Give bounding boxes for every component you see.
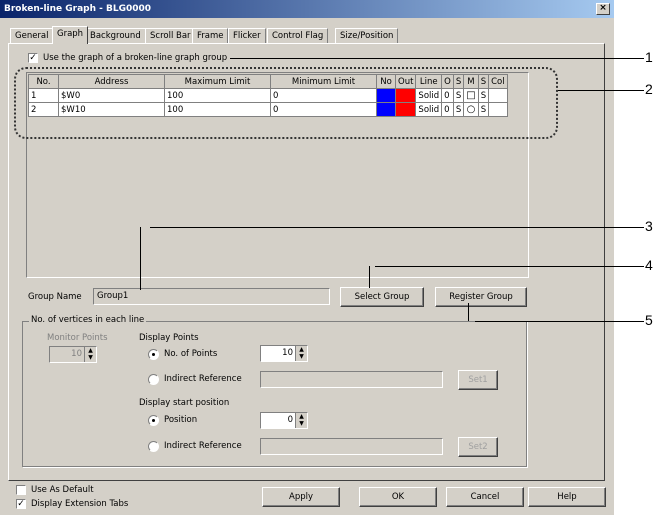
tab-flicker[interactable]: Flicker (228, 28, 266, 43)
vertices-groupbox-title: No. of vertices in each line (29, 315, 147, 325)
no-of-points-value: 10 (282, 348, 293, 358)
callout-line-3-vertical (140, 227, 141, 290)
callout-line-3 (150, 227, 644, 228)
use-as-default-checkbox[interactable] (16, 485, 26, 495)
monitor-points-label: Monitor Points (47, 333, 108, 343)
indirect-reference-label: Indirect Reference (164, 374, 242, 384)
callout-number-2: 2 (645, 81, 653, 97)
callout-line-2 (558, 90, 644, 91)
display-start-position-label: Display start position (139, 398, 230, 408)
tab-general[interactable]: General (10, 28, 54, 43)
set2-button[interactable]: Set2 (458, 437, 498, 457)
table-highlight-outline (14, 67, 558, 139)
display-extension-tabs-label: Display Extension Tabs (31, 499, 129, 509)
callout-number-5: 5 (645, 312, 653, 328)
group-name-field[interactable]: Group1 (93, 288, 330, 305)
tab-size-position[interactable]: Size/Position (335, 28, 399, 43)
callout-line-5-vertical (468, 303, 469, 321)
tab-graph[interactable]: Graph (52, 26, 89, 44)
indirect-reference-field[interactable] (260, 371, 443, 388)
no-of-points-label: No. of Points (164, 349, 218, 359)
spin-arrows-icon[interactable]: ▲ ▼ (295, 346, 307, 361)
use-graph-label: Use the graph of a broken-line graph gro… (43, 53, 228, 63)
monitor-points-value: 10 (71, 349, 82, 359)
spin-arrows-icon: ▲ ▼ (84, 347, 96, 362)
callout-number-4: 4 (645, 257, 653, 273)
window-title: Broken-line Graph - BLG0000 (0, 0, 614, 18)
use-as-default-label: Use As Default (31, 485, 94, 495)
no-of-points-radio[interactable] (148, 349, 159, 360)
no-of-points-stepper[interactable]: 10 ▲ ▼ (260, 345, 308, 362)
position-radio[interactable] (148, 415, 159, 426)
group-name-label: Group Name (28, 292, 82, 302)
position-stepper[interactable]: 0 ▲ ▼ (260, 412, 308, 429)
select-group-button[interactable]: Select Group (340, 287, 424, 307)
tab-frame[interactable]: Frame (192, 28, 229, 43)
monitor-points-stepper: 10 ▲ ▼ (49, 346, 97, 363)
help-button[interactable]: Help (528, 487, 606, 507)
callout-number-3: 3 (645, 218, 653, 234)
register-group-button[interactable]: Register Group (435, 287, 527, 307)
callout-line-4-vertical (369, 266, 370, 288)
ok-button[interactable]: OK (359, 487, 437, 507)
broken-line-graph-dialog: Broken-line Graph - BLG0000 × General Gr… (0, 0, 614, 515)
callout-line-1 (230, 58, 644, 59)
indirect-reference2-field[interactable] (260, 438, 443, 455)
cancel-button[interactable]: Cancel (446, 487, 524, 507)
spin-arrows-icon[interactable]: ▲ ▼ (295, 413, 307, 428)
indirect-reference2-radio[interactable] (148, 441, 159, 452)
use-graph-checkbox[interactable]: ✓ (28, 53, 38, 63)
tab-scroll-bar[interactable]: Scroll Bar (145, 28, 196, 43)
display-points-label: Display Points (139, 333, 199, 343)
callout-line-5 (475, 321, 644, 322)
position-label: Position (164, 415, 198, 425)
indirect-reference-radio[interactable] (148, 374, 159, 385)
apply-button[interactable]: Apply (262, 487, 340, 507)
display-extension-tabs-checkbox[interactable]: ✓ (16, 499, 26, 509)
tab-control-flag[interactable]: Control Flag (267, 28, 329, 43)
position-value: 0 (287, 415, 293, 425)
callout-line-4 (375, 266, 644, 267)
tab-background[interactable]: Background (85, 28, 146, 43)
set1-button[interactable]: Set1 (458, 370, 498, 390)
indirect-reference2-label: Indirect Reference (164, 441, 242, 451)
callout-number-1: 1 (645, 49, 653, 65)
close-icon[interactable]: × (596, 3, 610, 15)
